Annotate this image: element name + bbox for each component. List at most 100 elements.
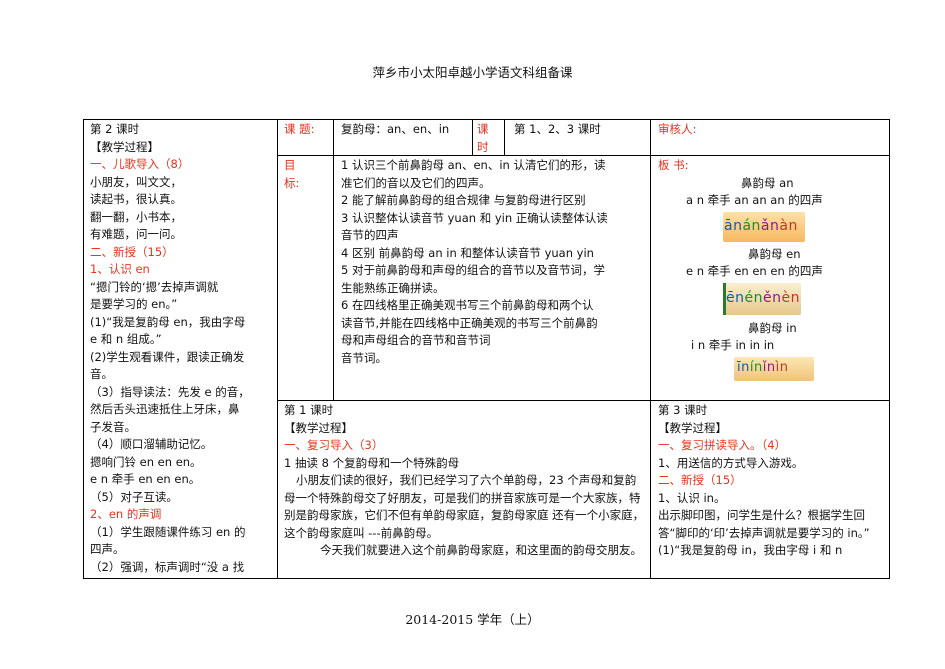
topic-label: 课 题:	[284, 122, 315, 136]
text-line: 四声。	[90, 542, 125, 556]
text-line: （2）强调，标声调时“没 a 找	[90, 559, 245, 574]
text-line: 【教学过程】	[658, 420, 727, 435]
text-line: 是要学习的 en。”	[90, 297, 178, 311]
board-label: 板 书:	[658, 158, 689, 172]
in-tones-image: īnínǐnìn	[734, 356, 814, 381]
goal-line: 3 认识整体认读音节 yuan 和 yin 正确认读整体认读	[341, 210, 608, 225]
text-line: 2、en 的声调	[90, 507, 162, 521]
text-line: 1、用送信的方式导入游戏。	[658, 455, 804, 470]
goal-line: 音节的四声	[341, 228, 399, 242]
topic-value: 复韵母：an、en、in	[341, 122, 450, 136]
lesson1-paragraph-2: 今天我们就要进入这个前鼻韵母家庭，和这里面的韵母交朋友。	[320, 543, 642, 557]
reviewer-label: 审核人:	[658, 122, 697, 136]
lesson3-lines: 第 3 课时【教学过程】一、复习拼读导入。（4） 1、用送信的方式导入游戏。 二、新…	[658, 402, 885, 507]
lesson3-last-line: (1)“我是复韵母 in，我由字母 i 和 n	[658, 543, 843, 557]
tone-syllable: ěn	[763, 289, 782, 306]
period-label-cell: 课 时	[472, 119, 505, 156]
board-en-line: e n 牵手 en en en 的四声	[686, 264, 823, 278]
text-line: e 和 n 组成。”	[90, 332, 162, 346]
in-tones-chips: īnínǐnìn	[737, 360, 788, 375]
left-column-cell: 第 2 课时【教学过程】一、儿歌导入（8） 小朋友，叫文文， 读起书，很认真。 翻一翻…	[83, 119, 278, 579]
text-line: 有难题，问一问。	[90, 227, 182, 241]
tone-syllable: ēn	[726, 289, 745, 306]
tone-syllable: án	[742, 217, 761, 234]
goal-line: 4 区别 前鼻韵母 an in 和整体认读音节 yuan yin	[341, 245, 594, 260]
footer-year: 2014-2015 学年（上）	[405, 612, 540, 627]
text-line: 二、新授（15）	[658, 473, 742, 487]
lesson3-paragraph: 出示脚印图，问学生是什么？根据学生回答“脚印的‘印’去掉声调就是要学习的 in。…	[658, 508, 870, 540]
text-line: 1、认识 in。	[658, 490, 726, 505]
text-line: （1）学生跟随课件练习 en 的	[90, 524, 246, 539]
period-label-1: 课	[477, 122, 489, 136]
goals-label-1: 目	[284, 158, 296, 172]
period-label-2: 时	[477, 139, 489, 154]
period-value: 第 1、2、3 课时	[514, 122, 601, 136]
tone-syllable: ǎn	[760, 217, 780, 234]
text-line: 小朋友，叫文文，	[90, 174, 182, 189]
an-tones-image: ānánǎnàn	[723, 211, 805, 242]
text-line: 翻一翻，小书本，	[90, 209, 182, 224]
goal-line: 6 在四线格里正确美观书写三个前鼻韵母和两个认	[341, 298, 594, 312]
text-line: 然后舌头迅速抵住上牙床，鼻	[90, 402, 240, 416]
text-line: 【教学过程】	[90, 139, 159, 154]
board-in-title: 鼻韵母 in	[748, 320, 797, 335]
lesson3-cell: 第 3 课时【教学过程】一、复习拼读导入。（4） 1、用送信的方式导入游戏。 二、新…	[650, 400, 890, 579]
text-line: e n 牵手 en en en。	[90, 472, 201, 486]
text-line: (1)“我是复韵母 en，我由字母	[90, 314, 246, 329]
topic-value-cell: 复韵母：an、en、in	[333, 119, 473, 156]
goal-line: 1 认识三个前鼻韵母 an、en、in 认清它们的形，读	[341, 158, 606, 172]
text-line: （3）指导读法：先发 e 的音，	[90, 384, 250, 399]
tone-syllable: ān	[724, 217, 743, 234]
text-line: “摁门铃的‘摁’去掉声调就	[90, 279, 219, 294]
lesson1-lines: 第 1 课时【教学过程】一、复习导入（3） 1 抽读 8 个复韵母和一个特殊韵母	[284, 402, 646, 472]
goals-lines: 1 认识三个前鼻韵母 an、en、in 认清它们的形，读 准它们的音以及它们的四声…	[341, 157, 650, 367]
board-an-title: 鼻韵母 an	[741, 175, 794, 190]
text-line: 二、新授（15）	[90, 244, 174, 259]
text-line: （5）对子互读。	[90, 489, 178, 504]
reviewer-cell: 审核人:	[650, 119, 890, 156]
text-line: 1 抽读 8 个复韵母和一个特殊韵母	[284, 455, 460, 470]
tone-syllable: én	[744, 289, 763, 306]
text-line: 一、儿歌导入（8）	[90, 157, 190, 171]
page-title: 萍乡市小太阳卓越小学语文科组备课	[372, 65, 573, 80]
tone-syllable: èn	[781, 289, 800, 306]
tone-syllable: īn	[737, 359, 750, 375]
goal-line: 准它们的音以及它们的四声。	[341, 175, 491, 190]
text-line: 摁响门铃 en en en。	[90, 454, 202, 469]
text-line: 第 2 课时	[90, 122, 140, 136]
goals-cell: 1 认识三个前鼻韵母 an、en、in 认清它们的形，读 准它们的音以及它们的四声…	[333, 155, 651, 401]
goal-line: 生能熟练正确拼读。	[341, 280, 445, 295]
text-line: (2)学生观看课件，跟读正确发	[90, 349, 245, 364]
en-tones-image: ēnéněnèn	[723, 282, 801, 315]
text-line: 音。	[90, 367, 113, 381]
left-column-lines: 第 2 课时【教学过程】一、儿歌导入（8） 小朋友，叫文文， 读起书，很认真。 翻一翻…	[90, 121, 277, 576]
goal-line: 读音节,并能在四线格中正确美观的书写三个前鼻韵	[341, 315, 598, 330]
board-an-line: a n 牵手 an an an 的四声	[686, 193, 823, 207]
period-value-cell: 第 1、2、3 课时	[504, 119, 651, 156]
tone-syllable: ǐn	[762, 359, 776, 375]
goals-label-cell: 目 标:	[277, 155, 334, 401]
goal-line: 母和声母组合的音节和音节词	[341, 333, 491, 347]
text-line: 1、认识 en	[90, 262, 150, 276]
goal-line: 音节词。	[341, 350, 387, 365]
text-line: 子发音。	[90, 419, 136, 434]
text-line: 一、复习导入（3）	[284, 438, 384, 452]
goals-label-2: 标:	[284, 175, 300, 190]
lesson1-paragraph-1: 小朋友们读的很好，我们已经学习了六个单韵母，23 个声母和复韵母一个特殊韵母交了…	[284, 473, 645, 540]
text-line: 【教学过程】	[284, 420, 353, 435]
tone-syllable: ín	[749, 359, 763, 375]
text-line: 读起书，很认真。	[90, 192, 182, 206]
text-line: 第 1 课时	[284, 403, 334, 417]
text-line: 第 3 课时	[658, 403, 708, 417]
board-cell: 板 书: 鼻韵母 an a n 牵手 an an an 的四声 ānánǎnàn…	[650, 155, 890, 401]
an-tones-chips: ānánǎnàn	[724, 218, 798, 234]
en-tones-chips: ēnéněnèn	[726, 290, 800, 306]
text-line: （4）顺口溜辅助记忆。	[90, 437, 213, 451]
tone-syllable: ìn	[775, 359, 789, 375]
tone-syllable: àn	[779, 217, 798, 234]
text-line: 一、复习拼读导入。（4）	[658, 438, 787, 452]
goal-line: 2 能了解前鼻韵母的组合规律 与复韵母进行区别	[341, 193, 586, 207]
lesson1-cell: 第 1 课时 【教学过程】 一、复习导入（3） 1 抽读 8 个复韵母和一个特殊韵母 …	[277, 400, 651, 579]
board-in-line: i n 牵手 in in in	[691, 338, 775, 352]
board-en-title: 鼻韵母 en	[748, 246, 801, 261]
